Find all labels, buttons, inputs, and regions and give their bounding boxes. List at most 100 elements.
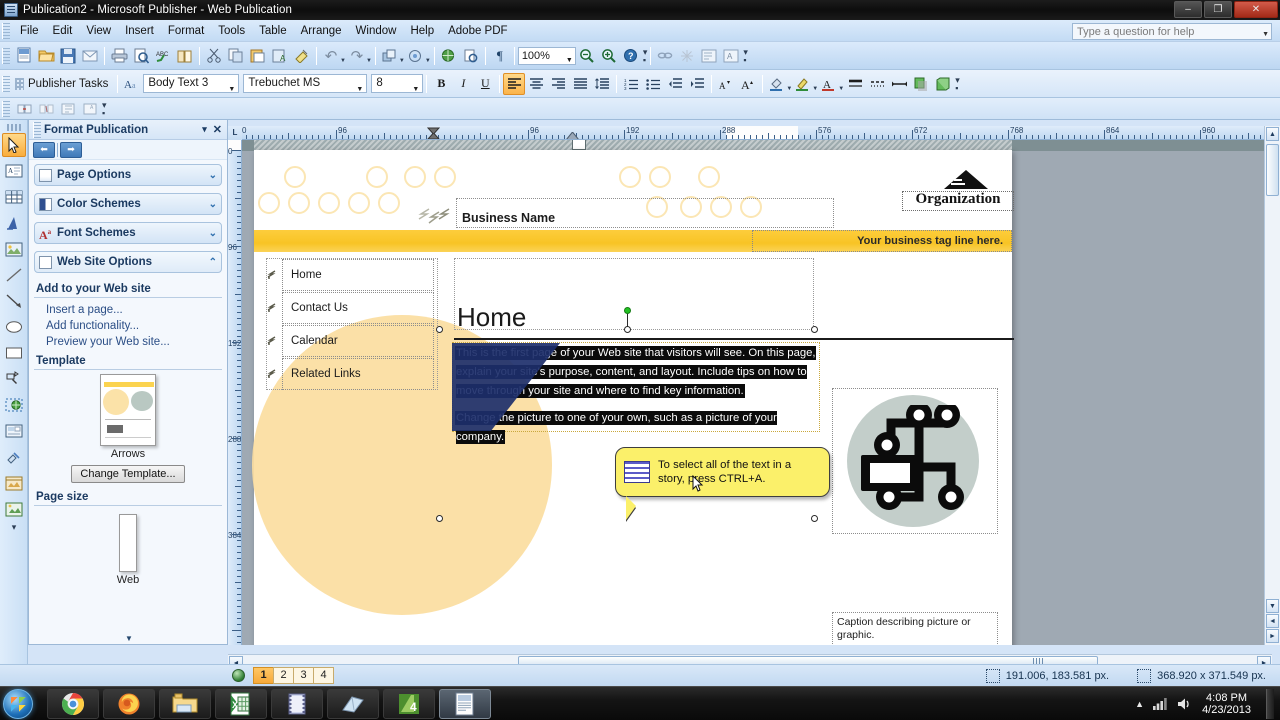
- chevron-up-icon[interactable]: ⌃: [209, 257, 217, 268]
- wordart-icon[interactable]: [2, 211, 26, 235]
- chevron-down-icon[interactable]: ▼: [566, 53, 573, 69]
- bold-button[interactable]: B: [430, 73, 452, 95]
- web-page-preview-icon[interactable]: [438, 45, 460, 67]
- ruler-margin-marker-icon[interactable]: [427, 127, 440, 140]
- increase-font-size-icon[interactable]: A ▴: [737, 73, 759, 95]
- insert-hyperlink-icon[interactable]: [654, 45, 676, 67]
- caption-textbox[interactable]: Caption describing picture or graphic.: [832, 612, 998, 645]
- nav-link-related-links[interactable]: Related Links: [282, 358, 434, 390]
- save-icon[interactable]: [57, 45, 79, 67]
- insert-table-icon[interactable]: [2, 185, 26, 209]
- third-toolbar-grip[interactable]: [2, 100, 10, 117]
- redo-icon[interactable]: ↷: [346, 45, 368, 67]
- taskbar-microsoft-excel[interactable]: X: [215, 688, 267, 719]
- publication-page[interactable]: Business Name Organization Your business…: [252, 150, 1014, 645]
- publication-canvas[interactable]: Business Name Organization Your business…: [242, 140, 1264, 645]
- start-button[interactable]: [3, 688, 33, 719]
- taskbar-snipping-tool[interactable]: [327, 688, 379, 719]
- styles-and-formatting-icon[interactable]: Aa: [121, 73, 143, 95]
- menu-item-table[interactable]: Table: [252, 23, 294, 39]
- show-hidden-icons-button[interactable]: ▲: [1135, 699, 1144, 709]
- format-painter-icon[interactable]: [291, 45, 313, 67]
- paste-options-icon[interactable]: A: [269, 45, 291, 67]
- new-publication-icon[interactable]: [13, 45, 35, 67]
- line-style-icon[interactable]: [844, 73, 866, 95]
- previous-text-box-icon[interactable]: [57, 98, 79, 120]
- minimize-button[interactable]: –: [1174, 1, 1202, 18]
- objects-toolbar-grip[interactable]: [6, 124, 21, 131]
- accordion-web-site-options[interactable]: Web Site Options ⌃: [34, 251, 222, 273]
- align-center-icon[interactable]: [525, 73, 547, 95]
- create-text-box-link-icon[interactable]: [13, 98, 35, 120]
- rotation-handle[interactable]: [624, 307, 631, 314]
- taskbar-media-player[interactable]: [271, 688, 323, 719]
- underline-button[interactable]: U: [474, 73, 496, 95]
- design-checker-icon[interactable]: [405, 45, 427, 67]
- formatting-overflow-button[interactable]: ▾ ▪: [955, 75, 960, 92]
- chevron-down-icon[interactable]: ⌄: [209, 228, 217, 239]
- chevron-down-icon[interactable]: ▼: [1262, 28, 1269, 42]
- formatting-toolbar-grip[interactable]: [2, 75, 10, 92]
- highlight-icon[interactable]: [676, 45, 698, 67]
- help-icon[interactable]: ?: [620, 45, 642, 67]
- line-spacing-icon[interactable]: [591, 73, 613, 95]
- ruler-corner-tab-selector[interactable]: L: [228, 126, 242, 140]
- print-icon[interactable]: [108, 45, 130, 67]
- zoom-combobox[interactable]: 100% ▼: [517, 46, 576, 65]
- page-tab-2[interactable]: 2: [273, 667, 294, 684]
- dash-style-icon[interactable]: [866, 73, 888, 95]
- show-desktop-button[interactable]: [1266, 688, 1274, 719]
- taskbar-microsoft-publisher[interactable]: [439, 688, 491, 719]
- standard-toolbar-grip[interactable]: [2, 47, 10, 64]
- link-preview-your-web-site[interactable]: Preview your Web site...: [34, 334, 222, 350]
- zoom-out-icon[interactable]: [576, 45, 598, 67]
- scroll-up-button[interactable]: ▲: [1266, 127, 1279, 141]
- page-size-thumbnail[interactable]: [119, 514, 137, 572]
- tip-callout[interactable]: To select all of the text in a story, pr…: [615, 447, 830, 520]
- picture-frame[interactable]: [832, 388, 998, 534]
- hot-spot-icon[interactable]: [2, 393, 26, 417]
- story-text[interactable]: This is the first page of your Web site …: [456, 344, 820, 447]
- align-left-icon[interactable]: [503, 72, 526, 95]
- page-tab-4[interactable]: 4: [313, 667, 334, 684]
- selection-handle-top-center[interactable]: [624, 326, 631, 333]
- fill-color-icon[interactable]: [766, 73, 788, 95]
- toolbar-overflow-button[interactable]: ▾ ▪: [643, 47, 648, 64]
- design-gallery-icon[interactable]: [460, 45, 482, 67]
- task-pane-menu-chevron-down-icon[interactable]: ▾: [202, 124, 207, 135]
- insert-text-icon[interactable]: [698, 45, 720, 67]
- next-page-button[interactable]: ►: [1266, 629, 1279, 643]
- menu-item-insert[interactable]: Insert: [118, 23, 161, 39]
- help-search-input[interactable]: Type a question for help ▼: [1072, 23, 1272, 40]
- task-pane-back-button[interactable]: ⬅: [33, 141, 55, 158]
- scroll-down-button[interactable]: ▼: [1266, 599, 1279, 613]
- selection-handle-bottom-right[interactable]: [811, 515, 818, 522]
- ruler-indent-marker-icon[interactable]: [566, 132, 579, 140]
- open-icon[interactable]: [35, 45, 57, 67]
- menu-item-adobe-pdf[interactable]: Adobe PDF: [441, 23, 514, 39]
- page-tab-3[interactable]: 3: [293, 667, 314, 684]
- chevron-down-icon[interactable]: ▼: [356, 81, 363, 98]
- accordion-page-options[interactable]: Page Options ⌄: [34, 164, 222, 186]
- nav-link-contact-us[interactable]: Contact Us: [282, 292, 434, 324]
- globe-icon[interactable]: [232, 669, 245, 682]
- style-combobox[interactable]: Body Text 3 ▼: [143, 74, 240, 93]
- numbered-list-icon[interactable]: 123: [620, 73, 642, 95]
- taskbar-clock[interactable]: 4:08 PM 4/23/2013: [1202, 692, 1251, 716]
- vertical-scroll-thumb[interactable]: [1266, 144, 1279, 196]
- selection-handle-bottom-left[interactable]: [436, 515, 443, 522]
- menu-item-edit[interactable]: Edit: [46, 23, 80, 39]
- chevron-down-icon[interactable]: ▼: [412, 81, 419, 98]
- copy-icon[interactable]: [225, 45, 247, 67]
- arrow-icon[interactable]: [2, 289, 26, 313]
- bulleted-list-icon[interactable]: [642, 73, 664, 95]
- vertical-ruler[interactable]: 0 96 192 288 384: [228, 140, 242, 645]
- spelling-icon[interactable]: ABC: [152, 45, 174, 67]
- research-icon[interactable]: [174, 45, 196, 67]
- oval-icon[interactable]: [2, 315, 26, 339]
- undo-icon[interactable]: ↶: [320, 45, 342, 67]
- zoom-in-icon[interactable]: [598, 45, 620, 67]
- taskbar-windows-explorer[interactable]: [159, 688, 211, 719]
- print-preview-icon[interactable]: [130, 45, 152, 67]
- chevron-down-icon[interactable]: ▼: [228, 81, 235, 98]
